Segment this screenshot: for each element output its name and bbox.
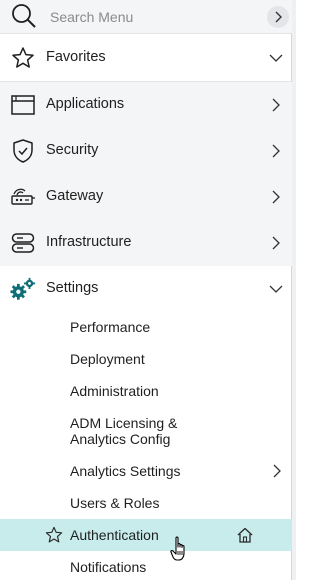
submenu-label-line: Analytics Config [70,431,171,447]
server-icon [10,230,36,256]
submenu-item-deployment[interactable]: Deployment [0,343,292,375]
chevron-down-icon [269,285,283,293]
chevron-down-icon [269,54,283,62]
nav-item-settings[interactable]: Settings [0,266,292,312]
submenu-label: Notifications [70,559,147,575]
star-outline-icon[interactable] [45,526,63,544]
submenu-label: Deployment [70,351,145,367]
nav-item-applications[interactable]: Applications [0,82,292,128]
submenu-item-analytics-settings[interactable]: Analytics Settings [0,455,292,487]
submenu-item-administration[interactable]: Administration [0,375,292,407]
submenu-label-line: ADM Licensing & [70,415,178,431]
search-bar [0,0,292,34]
submenu-label: Authentication [70,527,159,543]
nav-item-infrastructure[interactable]: Infrastructure [0,220,292,266]
submenu-label: Users & Roles [70,495,160,511]
submenu-label: ADM Licensing & Analytics Config [70,415,177,447]
submenu-item-authentication[interactable]: Authentication [0,519,292,551]
chevron-right-icon [272,190,280,204]
submenu-item-performance[interactable]: Performance [0,311,292,343]
submenu-item-notifications[interactable]: Notifications [0,551,292,580]
search-input[interactable] [50,6,260,28]
star-icon [10,45,36,71]
nav-label-security: Security [46,142,99,158]
navigation-menu: Favorites Applications Security [0,0,292,580]
content-edge [292,0,296,580]
gateway-icon [10,184,36,210]
nav-label-applications: Applications [46,96,125,112]
chevron-right-icon [272,144,280,158]
nav-item-security[interactable]: Security [0,128,292,174]
nav-label-favorites: Favorites [46,49,106,65]
submenu-label: Administration [70,383,159,399]
submenu-item-adm-licensing[interactable]: ADM Licensing & Analytics Config [0,407,292,455]
chevron-right-icon [273,464,281,478]
submenu-label: Performance [70,319,151,335]
submenu-item-users-roles[interactable]: Users & Roles [0,487,292,519]
home-icon[interactable] [236,526,254,544]
window-icon [10,92,36,118]
chevron-right-icon [272,98,280,112]
search-icon [12,4,36,28]
submenu-label: Analytics Settings [70,463,181,479]
chevron-right-icon [272,236,280,250]
shield-check-icon [10,138,36,164]
nav-label-settings: Settings [46,280,99,296]
nav-item-gateway[interactable]: Gateway [0,174,292,220]
gears-icon [10,276,36,302]
search-go-button[interactable] [267,6,289,28]
chevron-right-icon [275,11,282,23]
nav-label-infrastructure: Infrastructure [46,234,132,250]
nav-label-gateway: Gateway [46,188,104,204]
nav-item-favorites[interactable]: Favorites [0,35,292,81]
